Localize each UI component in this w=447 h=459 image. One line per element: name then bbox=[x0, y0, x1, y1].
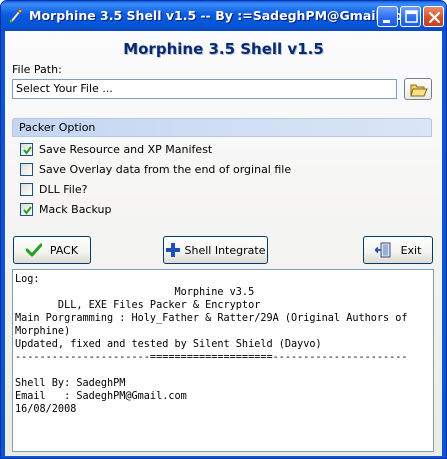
checkmark-icon bbox=[23, 205, 32, 215]
log-line: Log: bbox=[15, 274, 40, 285]
title-bar[interactable]: Morphine 3.5 Shell v1.5 -- By :=SadeghPM… bbox=[1, 1, 446, 31]
option-save-resource[interactable]: Save Resource and XP Manifest bbox=[20, 141, 212, 157]
log-line: Email : SadeghPM@Gmail.com bbox=[15, 391, 187, 402]
app-icon bbox=[7, 8, 23, 24]
checkbox[interactable] bbox=[20, 162, 33, 176]
checkbox[interactable] bbox=[20, 142, 33, 156]
pack-button[interactable]: PACK bbox=[13, 236, 91, 264]
packer-option-header: Packer Option bbox=[12, 118, 432, 137]
shell-integrate-label: Shell Integrate bbox=[184, 243, 266, 257]
folder-open-icon bbox=[410, 84, 428, 97]
maximize-button[interactable] bbox=[400, 6, 421, 27]
close-button[interactable] bbox=[423, 6, 444, 27]
pack-label: PACK bbox=[49, 243, 79, 257]
plus-icon bbox=[165, 243, 180, 257]
checkmark-icon bbox=[23, 145, 32, 155]
app-window: Morphine 3.5 Shell v1.5 -- By :=SadeghPM… bbox=[0, 0, 447, 459]
check-icon bbox=[25, 243, 42, 257]
option-label: Mack Backup bbox=[39, 202, 112, 216]
option-save-overlay[interactable]: Save Overlay data from the end of orgina… bbox=[20, 161, 291, 177]
log-line: Shell By: SadeghPM bbox=[15, 378, 126, 389]
option-make-backup[interactable]: Mack Backup bbox=[20, 201, 111, 217]
exit-button[interactable]: Exit bbox=[363, 236, 433, 264]
log-output[interactable]: Log: Morphine v3.5 DLL, EXE Files Packer… bbox=[12, 269, 434, 452]
client-area: Morphine 3.5 Shell v1.5 File Path: Selec… bbox=[5, 31, 442, 456]
option-label: DLL File? bbox=[39, 182, 88, 196]
app-heading: Morphine 3.5 Shell v1.5 bbox=[123, 40, 324, 58]
maximize-icon bbox=[405, 10, 418, 23]
minimize-button[interactable] bbox=[377, 6, 398, 27]
log-line: 16/08/2008 bbox=[15, 404, 77, 415]
log-line: ----------------------==================… bbox=[15, 352, 408, 363]
option-label: Save Overlay data from the end of orgina… bbox=[39, 162, 292, 176]
checkbox[interactable] bbox=[20, 182, 33, 196]
browse-button[interactable] bbox=[404, 78, 432, 100]
file-path-label: File Path: bbox=[12, 63, 62, 76]
exit-label: Exit bbox=[400, 243, 422, 257]
close-icon bbox=[428, 11, 441, 24]
shell-integrate-button[interactable]: Shell Integrate bbox=[163, 236, 268, 264]
log-line: Main Porgramming : Holy_Father & Ratter/… bbox=[15, 313, 414, 337]
log-line: Updated, fixed and tested by Silent Shie… bbox=[15, 339, 322, 350]
file-path-input[interactable]: Select Your File ... bbox=[12, 79, 397, 99]
option-label: Save Resource and XP Manifest bbox=[39, 142, 213, 156]
exit-door-icon bbox=[374, 242, 393, 258]
log-line: DLL, EXE Files Packer & Encryptor bbox=[15, 300, 261, 311]
window-title: Morphine 3.5 Shell v1.5 -- By :=SadeghPM… bbox=[29, 8, 416, 23]
checkbox[interactable] bbox=[20, 202, 33, 216]
log-line: Morphine v3.5 bbox=[15, 287, 255, 298]
option-dll-file[interactable]: DLL File? bbox=[20, 181, 87, 197]
minimize-icon bbox=[383, 20, 390, 23]
